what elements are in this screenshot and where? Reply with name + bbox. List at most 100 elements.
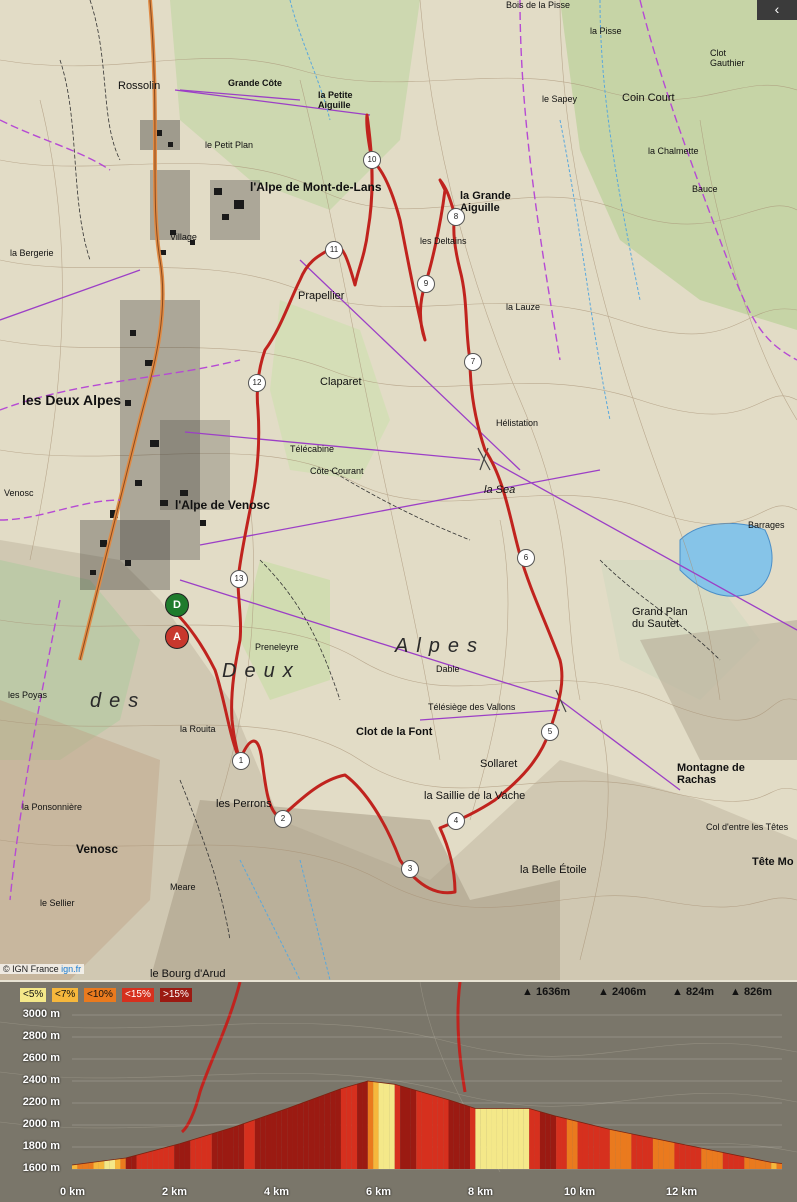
- credit-ign-link[interactable]: ign.fr: [61, 964, 81, 974]
- profile-segment: [480, 1108, 487, 1169]
- y-tick-2600: 2600 m: [22, 1052, 60, 1064]
- waypoint-2[interactable]: 2: [274, 810, 292, 828]
- stat-start-altitude: ▲ 1636m: [522, 986, 571, 998]
- profile-segment: [141, 1152, 148, 1169]
- profile-segment: [507, 1108, 514, 1169]
- waypoint-13[interactable]: 13: [230, 570, 248, 588]
- map-canvas: [0, 0, 797, 980]
- map-credit: © IGN France ign.fr: [0, 964, 85, 974]
- topographic-map[interactable]: les Deux Alpes l'Alpe de Mont-de-Lans l'…: [0, 0, 797, 980]
- credit-prefix: © IGN France: [3, 964, 59, 974]
- waypoint-1[interactable]: 1: [232, 752, 250, 770]
- profile-segment: [319, 1094, 325, 1169]
- end-marker[interactable]: A: [165, 625, 189, 649]
- waypoint-11[interactable]: 11: [325, 241, 343, 259]
- profile-segment: [717, 1151, 723, 1169]
- profile-segment: [227, 1127, 234, 1169]
- profile-segment: [453, 1101, 460, 1169]
- profile-segment: [652, 1138, 659, 1169]
- profile-segment: [636, 1134, 643, 1169]
- profile-segment: [405, 1087, 411, 1169]
- profile-segment: [513, 1108, 519, 1169]
- profile-segment: [572, 1120, 578, 1169]
- profile-segment: [712, 1150, 718, 1169]
- profile-segment: [534, 1110, 540, 1169]
- profile-segment: [728, 1153, 734, 1169]
- y-tick-2800: 2800 m: [22, 1030, 60, 1042]
- profile-segment: [529, 1108, 535, 1169]
- profile-segment: [588, 1124, 594, 1169]
- x-tick-2: 2 km: [162, 1186, 188, 1198]
- profile-segment: [244, 1121, 250, 1169]
- profile-segment: [260, 1115, 266, 1169]
- profile-segment: [432, 1095, 438, 1169]
- profile-segment: [577, 1121, 583, 1169]
- profile-segment: [297, 1102, 304, 1169]
- profile-segment: [674, 1142, 680, 1169]
- profile-segment: [609, 1129, 616, 1169]
- elevation-profile[interactable]: <5% <7% <10% <15% >15% ▲ 1636m ▲ 2406m ▲…: [0, 982, 797, 1202]
- profile-segment: [394, 1084, 401, 1169]
- profile-segment: [604, 1128, 610, 1169]
- profile-segment: [695, 1147, 702, 1169]
- waypoint-4[interactable]: 4: [447, 812, 465, 830]
- profile-segment: [738, 1155, 745, 1169]
- profile-segment: [733, 1154, 739, 1169]
- start-marker[interactable]: D: [165, 593, 189, 617]
- profile-segment: [437, 1096, 444, 1169]
- waypoint-12[interactable]: 12: [248, 374, 266, 392]
- profile-segment: [217, 1130, 223, 1169]
- waypoint-9[interactable]: 9: [417, 275, 435, 293]
- y-tick-2000: 2000 m: [22, 1118, 60, 1130]
- profile-segment: [615, 1130, 621, 1169]
- profile-segment: [443, 1098, 449, 1169]
- waypoint-10[interactable]: 10: [363, 151, 381, 169]
- profile-segment: [147, 1150, 153, 1169]
- y-tick-1600: 1600 m: [22, 1162, 60, 1174]
- profile-segment: [631, 1133, 637, 1169]
- profile-segment: [281, 1108, 288, 1169]
- profile-segment: [776, 1162, 782, 1169]
- profile-segment: [771, 1162, 777, 1169]
- profile-segment: [427, 1093, 433, 1169]
- profile-segment: [599, 1126, 605, 1169]
- legend-gt15: >15%: [160, 988, 192, 1002]
- profile-segment: [523, 1108, 530, 1169]
- x-tick-0: 0 km: [60, 1186, 86, 1198]
- profile-segment: [642, 1136, 648, 1169]
- descent-icon: ▲: [730, 986, 741, 998]
- profile-segment: [701, 1148, 707, 1169]
- profile-segment: [340, 1087, 347, 1169]
- profile-segment: [459, 1103, 465, 1169]
- x-tick-12: 12 km: [666, 1186, 698, 1198]
- profile-segment: [184, 1140, 191, 1169]
- profile-segment: [620, 1131, 627, 1169]
- profile-segment: [475, 1108, 481, 1169]
- x-tick-10: 10 km: [564, 1186, 596, 1198]
- waypoint-8[interactable]: 8: [447, 208, 465, 226]
- profile-segment: [561, 1117, 567, 1169]
- chevron-left-icon[interactable]: ‹: [757, 0, 797, 20]
- waypoint-6[interactable]: 6: [517, 549, 535, 567]
- profile-segment: [125, 1156, 132, 1169]
- profile-segment: [233, 1125, 239, 1169]
- x-tick-4: 4 km: [264, 1186, 290, 1198]
- profile-segment: [486, 1108, 492, 1169]
- profile-segment: [98, 1160, 105, 1169]
- profile-segment: [545, 1113, 551, 1169]
- legend-lt10: <10%: [84, 988, 116, 1002]
- profile-segment: [104, 1160, 110, 1169]
- profile-segment: [351, 1084, 358, 1169]
- profile-segment: [265, 1114, 272, 1169]
- profile-segment: [206, 1133, 212, 1169]
- profile-segment: [287, 1106, 293, 1169]
- profile-segment: [448, 1099, 454, 1169]
- profile-segment: [539, 1111, 546, 1169]
- waypoint-3[interactable]: 3: [401, 860, 419, 878]
- waypoint-5[interactable]: 5: [541, 723, 559, 741]
- profile-segment: [276, 1110, 282, 1169]
- profile-segment: [222, 1128, 228, 1169]
- profile-segment: [120, 1158, 126, 1169]
- waypoint-7[interactable]: 7: [464, 353, 482, 371]
- x-tick-8: 8 km: [468, 1186, 494, 1198]
